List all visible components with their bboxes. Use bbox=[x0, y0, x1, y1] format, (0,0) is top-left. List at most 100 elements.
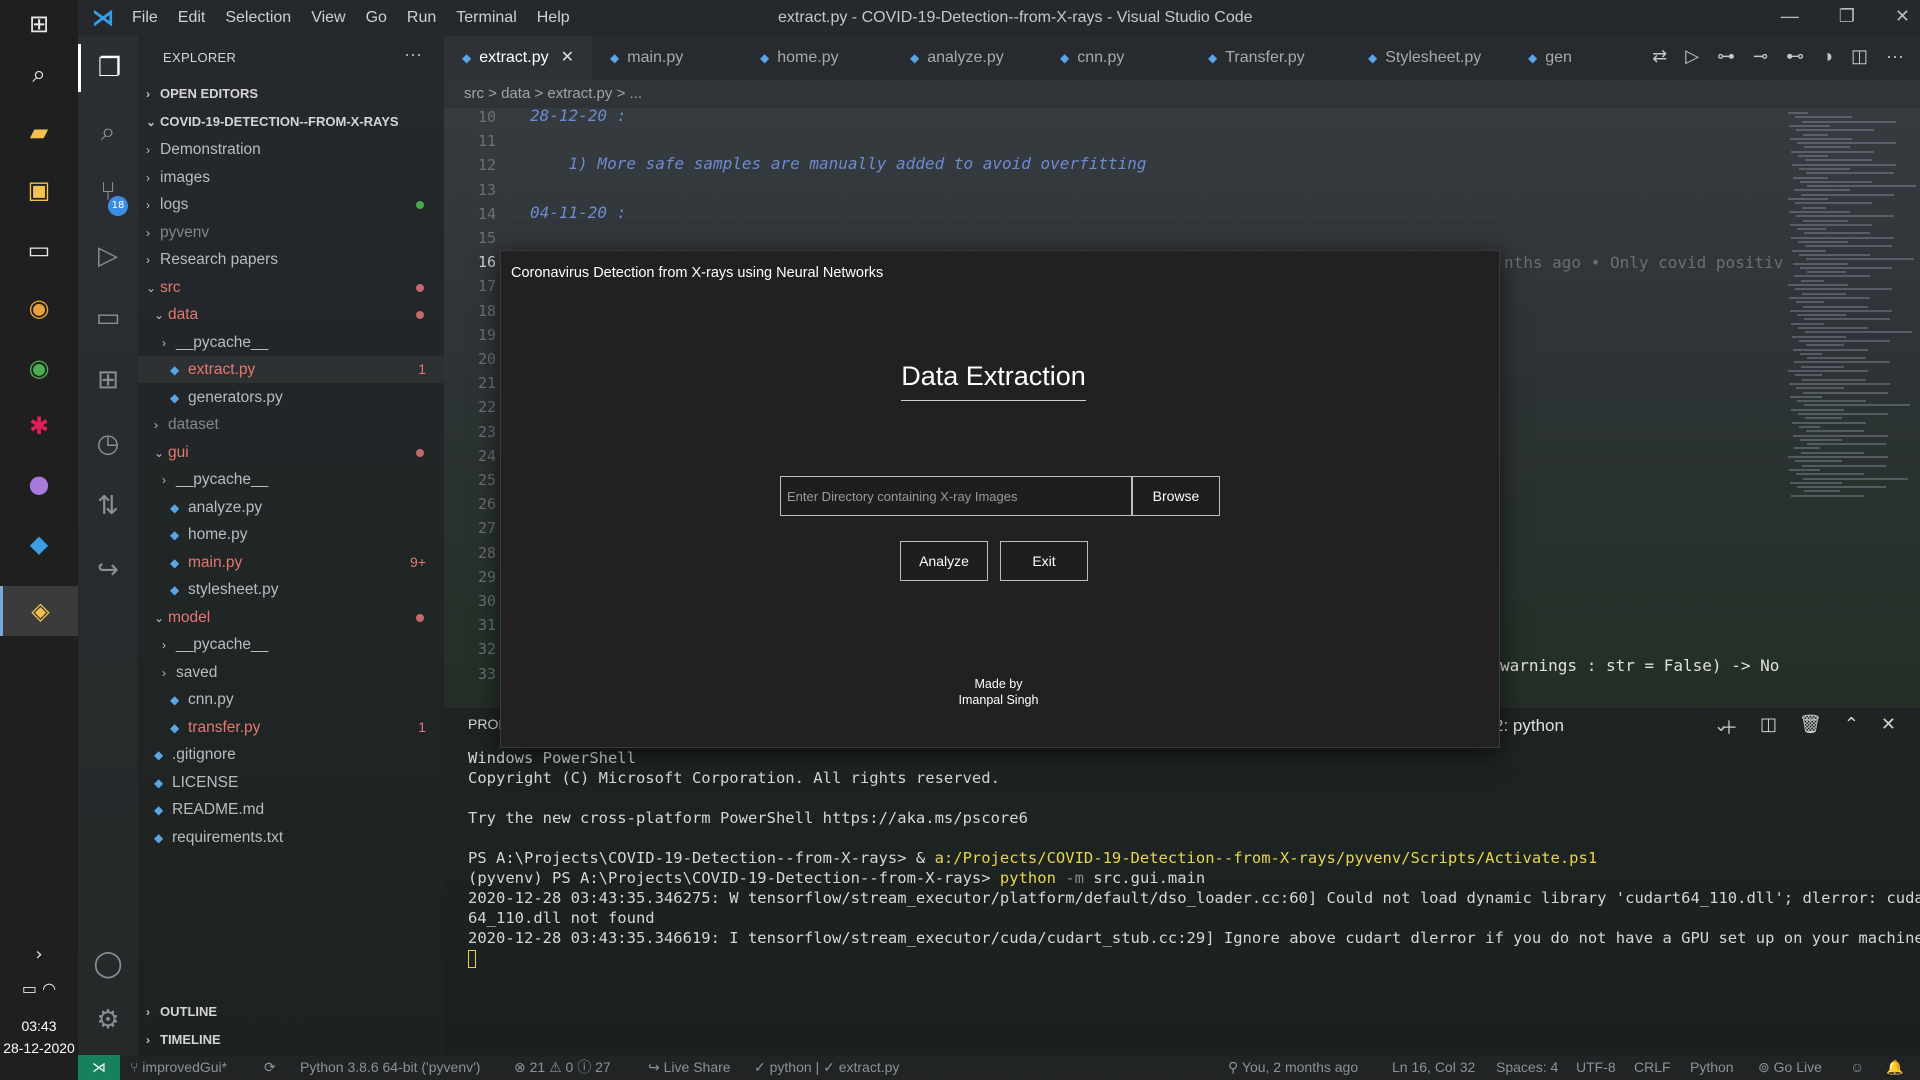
analyze-button[interactable]: Analyze bbox=[900, 541, 988, 581]
feedback-icon[interactable]: ☺ bbox=[1850, 1055, 1864, 1080]
run-debug-icon[interactable]: ▷ bbox=[78, 232, 138, 280]
menu-terminal[interactable]: Terminal bbox=[456, 9, 516, 27]
task-status[interactable]: ✓ python | ✓ extract.py bbox=[754, 1055, 899, 1080]
open-changes-icon[interactable]: ⇄ bbox=[1652, 46, 1667, 67]
menu-selection[interactable]: Selection bbox=[225, 9, 291, 27]
language-mode[interactable]: Python bbox=[1690, 1055, 1734, 1080]
pull-requests-icon[interactable]: ⇅ bbox=[78, 482, 138, 530]
folder-item[interactable]: ⌄ data bbox=[138, 301, 444, 328]
next-change-icon[interactable]: ⊷ bbox=[1786, 46, 1804, 67]
vscode-icon[interactable]: ◆ bbox=[14, 522, 64, 566]
sync-icon[interactable]: ⟳ bbox=[264, 1055, 276, 1080]
folder-item[interactable]: › saved bbox=[138, 659, 444, 686]
file-item[interactable]: ◆ LICENSE bbox=[138, 769, 444, 796]
folder-item[interactable]: ⌄ gui bbox=[138, 439, 444, 466]
terminal-icon[interactable]: ▭ bbox=[14, 228, 64, 272]
split-editor-icon[interactable]: ◫ bbox=[1851, 46, 1868, 67]
tab-main-py[interactable]: ◆ main.py bbox=[592, 36, 742, 80]
line-ending[interactable]: CRLF bbox=[1634, 1055, 1671, 1080]
chrome-canary-icon[interactable]: ◉ bbox=[14, 286, 64, 330]
file-item[interactable]: ◆ home.py bbox=[138, 521, 444, 548]
git-graph-icon[interactable]: ◷ bbox=[78, 420, 138, 468]
folder-item[interactable]: › __pycache__ bbox=[138, 329, 444, 356]
git-blame-status[interactable]: ⚲ You, 2 months ago bbox=[1228, 1055, 1358, 1080]
explorer-icon[interactable]: ❐ bbox=[78, 44, 138, 92]
tab-extract-py[interactable]: ◆ extract.py ✕ bbox=[444, 36, 592, 80]
file-item[interactable]: ◆ requirements.txt bbox=[138, 824, 444, 851]
accounts-icon[interactable]: ◯ bbox=[78, 940, 138, 988]
chrome-icon[interactable]: ◉ bbox=[14, 346, 64, 390]
search-icon[interactable]: ⌕ bbox=[78, 108, 138, 156]
menu-edit[interactable]: Edit bbox=[178, 9, 206, 27]
notifications-icon[interactable]: 🔔 bbox=[1886, 1055, 1903, 1080]
close-panel-icon[interactable]: ✕ bbox=[1881, 714, 1896, 740]
minimap[interactable] bbox=[1784, 108, 1920, 708]
folder-item[interactable]: › __pycache__ bbox=[138, 631, 444, 658]
remote-indicator-icon[interactable]: ⋊ bbox=[78, 1055, 120, 1080]
folder-item[interactable]: › logs bbox=[138, 191, 444, 218]
menu-view[interactable]: View bbox=[311, 9, 345, 27]
search-icon[interactable]: ⌕ bbox=[14, 52, 64, 96]
folder-item[interactable]: › pyvenv bbox=[138, 219, 444, 246]
open-editors-section[interactable]: › OPEN EDITORS bbox=[138, 80, 444, 107]
tab-analyze-py[interactable]: ◆ analyze.py bbox=[892, 36, 1042, 80]
indentation[interactable]: Spaces: 4 bbox=[1496, 1055, 1558, 1080]
file-explorer-icon[interactable]: ▰ bbox=[14, 110, 64, 154]
tab-transfer-py[interactable]: ◆ Transfer.py bbox=[1190, 36, 1350, 80]
workspace-root[interactable]: ⌄ COVID-19-DETECTION--FROM-X-RAYS bbox=[138, 108, 444, 135]
folder-item[interactable]: › __pycache__ bbox=[138, 466, 444, 493]
browse-button[interactable]: Browse bbox=[1132, 476, 1220, 516]
close-icon[interactable]: ✕ bbox=[1895, 6, 1910, 27]
folder-item[interactable]: › Research papers bbox=[138, 246, 444, 273]
cursor-position[interactable]: Ln 16, Col 32 bbox=[1392, 1055, 1475, 1080]
folder-item[interactable]: ⌄ model bbox=[138, 604, 444, 631]
battery-icon[interactable]: ▭ ◠ bbox=[14, 966, 64, 1010]
timeline-section[interactable]: › TIMELINE bbox=[138, 1026, 444, 1053]
tab-cnn-py[interactable]: ◆ cnn.py bbox=[1042, 36, 1190, 80]
run-file-icon[interactable]: ▷ bbox=[1685, 46, 1699, 67]
tab-gen[interactable]: ◆ gen bbox=[1510, 36, 1590, 80]
minimize-icon[interactable]: — bbox=[1781, 6, 1799, 27]
folder-item[interactable]: › dataset bbox=[138, 411, 444, 438]
restore-icon[interactable]: ❐ bbox=[1839, 6, 1855, 27]
menu-file[interactable]: File bbox=[132, 9, 158, 27]
go-live-button[interactable]: ⊚ Go Live bbox=[1758, 1055, 1822, 1080]
github-desktop-icon[interactable]: ● bbox=[14, 462, 64, 506]
kill-terminal-icon[interactable]: 🗑 bbox=[1799, 714, 1822, 740]
taskbar-date[interactable]: 28-12-2020 bbox=[0, 1040, 78, 1056]
folder-item[interactable]: › Demonstration bbox=[138, 136, 444, 163]
store-icon[interactable]: ▣ bbox=[14, 168, 64, 212]
tab-home-py[interactable]: ◆ home.py bbox=[742, 36, 892, 80]
encoding[interactable]: UTF-8 bbox=[1576, 1055, 1616, 1080]
file-item[interactable]: ◆ stylesheet.py bbox=[138, 576, 444, 603]
timeline-icon[interactable]: ◑ bbox=[1822, 46, 1833, 67]
split-terminal-icon[interactable]: ◫ bbox=[1760, 714, 1777, 740]
breadcrumb[interactable]: src > data > extract.py > ... bbox=[444, 80, 1920, 108]
menu-run[interactable]: Run bbox=[407, 9, 436, 27]
more-actions-icon[interactable]: ··· bbox=[404, 44, 422, 65]
git-branch[interactable]: ⑂ improvedGui* bbox=[130, 1055, 227, 1080]
exit-button[interactable]: Exit bbox=[1000, 541, 1088, 581]
directory-input[interactable] bbox=[780, 476, 1132, 516]
menu-help[interactable]: Help bbox=[537, 9, 570, 27]
file-item[interactable]: ◆ analyze.py bbox=[138, 494, 444, 521]
file-item[interactable]: ◆ .gitignore bbox=[138, 741, 444, 768]
maximize-panel-icon[interactable]: ⌃ bbox=[1844, 714, 1859, 740]
file-item[interactable]: ◆ main.py 9+ bbox=[138, 549, 444, 576]
taskbar-time[interactable]: 03:43 bbox=[0, 1018, 78, 1034]
windows-start-icon[interactable]: ⊞ bbox=[14, 2, 64, 46]
terminal-shell-select[interactable]: 2: python ⌄ bbox=[1494, 716, 1728, 736]
new-terminal-icon[interactable]: ＋ bbox=[1720, 714, 1738, 740]
outline-section[interactable]: › OUTLINE bbox=[138, 998, 444, 1025]
menu-go[interactable]: Go bbox=[366, 9, 387, 27]
file-item[interactable]: ◆ cnn.py bbox=[138, 686, 444, 713]
file-item[interactable]: ◆ README.md bbox=[138, 796, 444, 823]
file-item[interactable]: ◆ transfer.py 1 bbox=[138, 714, 444, 741]
close-tab-icon[interactable]: ✕ bbox=[561, 49, 574, 66]
terminal-output[interactable]: Windows PowerShell Copyright (C) Microso… bbox=[468, 748, 1920, 968]
python-icon[interactable]: ◈ bbox=[0, 586, 78, 636]
git-commit-icon[interactable]: ⊶ bbox=[1717, 46, 1735, 67]
more-actions-icon[interactable]: ··· bbox=[1886, 46, 1904, 67]
slack-icon[interactable]: ✱ bbox=[14, 404, 64, 448]
file-item[interactable]: ◆ extract.py 1 bbox=[138, 356, 444, 383]
